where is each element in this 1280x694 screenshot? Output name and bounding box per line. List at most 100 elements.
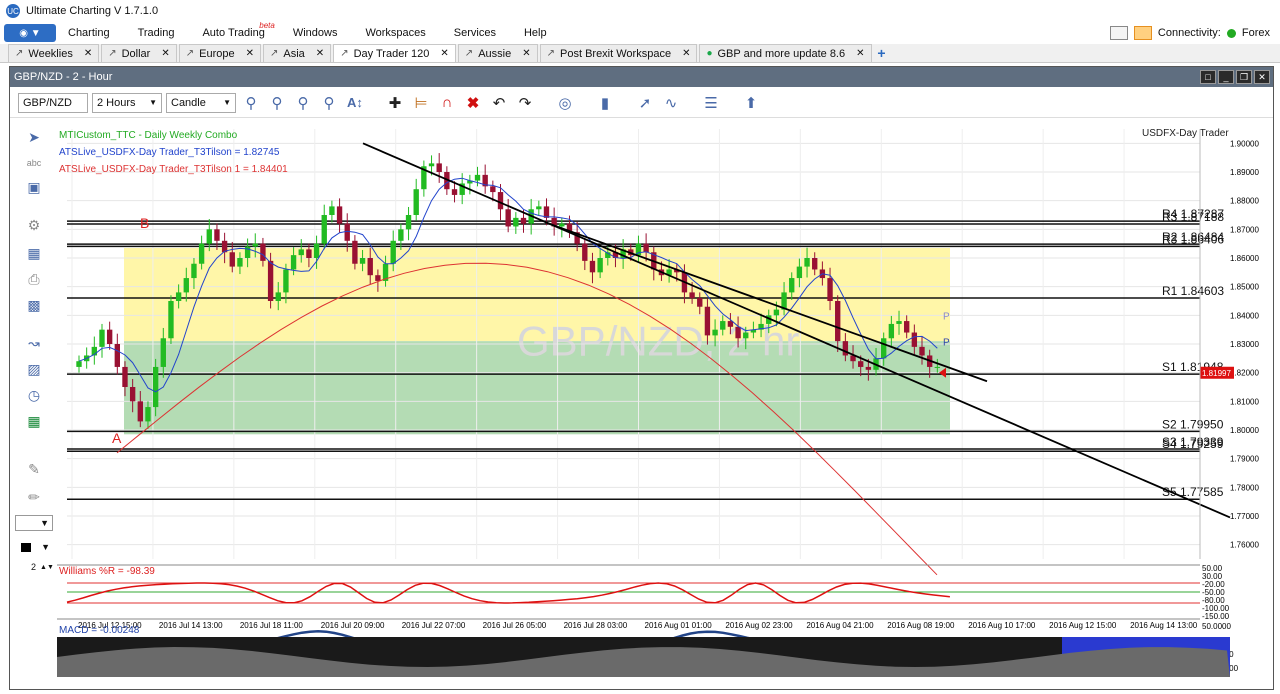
candle-body — [321, 215, 327, 244]
layout-button[interactable] — [1109, 26, 1128, 40]
undo-icon[interactable]: ↶ — [488, 92, 510, 114]
tab-europe[interactable]: ↗ Europe ✕ — [178, 44, 261, 62]
close-icon[interactable]: ✕ — [246, 48, 254, 59]
save-icon[interactable]: ▩ — [24, 295, 44, 315]
chart-area[interactable]: GBP/NZD, 2 hr 1.90000 1.89000 1.88000 1.8700… — [57, 119, 1273, 692]
timeframe-select[interactable]: 2 Hours ▼ — [92, 92, 162, 113]
zoom-in-icon[interactable]: ⚲ — [240, 92, 262, 114]
image-icon[interactable]: ▣ — [24, 177, 44, 197]
auto-scale-icon[interactable]: A↕ — [344, 92, 366, 114]
pointer-icon[interactable]: ➤ — [24, 127, 44, 147]
candle-body — [559, 223, 565, 227]
menu-trading[interactable]: Trading — [138, 27, 175, 39]
restore-icon[interactable]: ❐ — [1236, 70, 1252, 84]
chart-icon: ↗ — [546, 48, 555, 59]
menu-auto-trading[interactable]: Auto Trading beta — [202, 21, 274, 39]
close-icon[interactable]: ✕ — [84, 48, 92, 59]
pencil-icon[interactable]: ✎ — [24, 459, 44, 479]
indicators-icon[interactable]: ◎ — [554, 92, 576, 114]
trendline-icon[interactable]: ➚ — [634, 92, 656, 114]
redo-icon[interactable]: ↷ — [514, 92, 536, 114]
candle-body — [911, 332, 918, 347]
price-chart[interactable]: GBP/NZD, 2 hr 1.90000 1.89000 1.88000 1.8700… — [57, 119, 1273, 689]
close-icon[interactable]: ✕ — [1254, 70, 1270, 84]
candle-body — [175, 292, 182, 301]
screen-icon[interactable]: ▨ — [24, 359, 44, 379]
excel-icon[interactable]: ▦ — [24, 411, 44, 431]
y-tick-label: 1.86000 — [1230, 254, 1259, 263]
layout-icon[interactable]: ▦ — [24, 243, 44, 263]
candle-body — [114, 344, 121, 367]
zoom-reset-icon[interactable]: ⚲ — [318, 92, 340, 114]
delete-icon[interactable]: ✖ — [462, 92, 484, 114]
candle-body — [214, 229, 220, 241]
notifications-button[interactable] — [1133, 26, 1152, 40]
tab-dollar[interactable]: ↗ Dollar ✕ — [101, 44, 177, 62]
candle-body — [160, 338, 166, 367]
fibonacci-icon[interactable]: ⊨ — [410, 92, 432, 114]
chart-icon: ↗ — [15, 48, 24, 59]
chart-window-titlebar[interactable]: GBP/NZD - 2 - Hour □ _ ❐ ✕ — [10, 67, 1273, 87]
pivot-label: S2 1.79950 — [1162, 417, 1224, 431]
tab-asia[interactable]: ↗ Asia ✕ — [263, 44, 332, 62]
close-icon[interactable]: ✕ — [522, 48, 530, 59]
brush-icon[interactable]: ✏ — [24, 487, 44, 507]
tab-post-brexit-workspace[interactable]: ↗ Post Brexit Workspace ✕ — [539, 44, 698, 62]
crosshair-icon[interactable]: ✚ — [384, 92, 406, 114]
close-icon[interactable]: ✕ — [682, 48, 690, 59]
candle-body — [229, 252, 235, 267]
color-picker[interactable]: ▼ — [15, 539, 53, 555]
tab-weeklies[interactable]: ↗ Weeklies ✕ — [8, 44, 100, 62]
tab-day-trader-120[interactable]: ↗ Day Trader 120 ✕ — [333, 44, 456, 62]
candle-body — [191, 263, 197, 279]
close-icon[interactable]: ✕ — [161, 48, 169, 59]
print-icon[interactable]: ⎙ — [24, 269, 44, 289]
zoom-box-icon[interactable]: ⚲ — [292, 92, 314, 114]
minimize-icon[interactable]: _ — [1218, 70, 1234, 84]
candle-body — [474, 174, 481, 181]
chart-type-value: Candle — [171, 96, 206, 109]
arrow-up-icon[interactable]: ⬆ — [740, 92, 762, 114]
candle-body — [497, 192, 504, 210]
menu-charting[interactable]: Charting — [68, 27, 110, 39]
menu-services[interactable]: Services — [454, 27, 496, 39]
menu-windows[interactable]: Windows — [293, 27, 338, 39]
chart-icon: ↗ — [464, 48, 474, 59]
menu-workspaces[interactable]: Workspaces — [365, 27, 425, 39]
y-tick-label: 1.90000 — [1230, 139, 1259, 148]
chart-toolbar: GBP/NZD 2 Hours ▼ Candle ▼ ⚲ ⚲ ⚲ ⚲ A↕ ✚ ⊨ … — [10, 88, 1273, 118]
x-tick-label: 2016 Aug 12 15:00 — [1049, 621, 1117, 630]
tab-aussie[interactable]: ↗ Aussie ✕ — [457, 44, 538, 62]
color-swatch — [21, 542, 32, 552]
line-style-select[interactable]: ▼ — [15, 515, 53, 531]
tab-gbp-and-more[interactable]: ● GBP and more update 8.6 ✕ — [699, 44, 872, 62]
pin-icon[interactable]: □ — [1200, 70, 1216, 84]
pivot-label: R1 1.84603 — [1162, 284, 1224, 298]
bar-style-icon[interactable]: ▮ — [594, 92, 616, 114]
close-icon[interactable]: ✕ — [856, 48, 864, 59]
candle-body — [336, 206, 343, 224]
line-width-value: 2 — [31, 562, 37, 572]
symbol-input[interactable]: GBP/NZD — [18, 92, 88, 113]
zoom-out-icon[interactable]: ⚲ — [266, 92, 288, 114]
add-tab-button[interactable]: + — [874, 44, 890, 62]
line-chart-icon[interactable]: ↝ — [24, 333, 44, 353]
text-tool-icon[interactable]: abc — [24, 153, 44, 173]
x-tick-label: 2016 Aug 10 17:00 — [968, 621, 1036, 630]
wave-icon[interactable]: ∿ — [660, 92, 682, 114]
magnet-icon[interactable]: ∩ — [436, 92, 458, 114]
settings-icon[interactable]: ⚙ — [24, 215, 44, 235]
menu-help[interactable]: Help — [524, 27, 547, 39]
app-menu-button[interactable]: ◉ ▼ — [4, 24, 56, 42]
candle-body — [206, 229, 212, 244]
close-icon[interactable]: ✕ — [440, 48, 448, 59]
tab-label: Europe — [199, 47, 235, 60]
current-price-label: 1.81997 — [1202, 369, 1231, 378]
lines-menu-icon[interactable]: ☰ — [700, 92, 722, 114]
clock-icon[interactable]: ◷ — [24, 385, 44, 405]
chart-type-select[interactable]: Candle ▼ — [166, 92, 236, 113]
line-width-select[interactable]: 2 ▲▼ — [15, 559, 54, 575]
timeframe-value: 2 Hours — [97, 96, 136, 109]
pivot-label: S4 1.79259 — [1162, 437, 1224, 451]
close-icon[interactable]: ✕ — [316, 48, 324, 59]
